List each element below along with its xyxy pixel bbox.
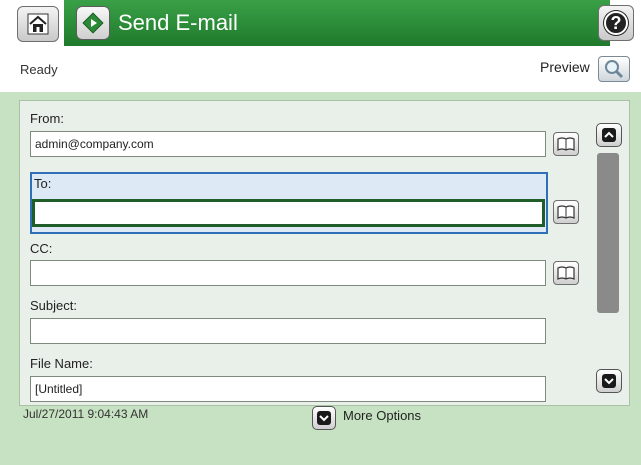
cc-field[interactable] [30,260,546,286]
scroll-down-button[interactable] [596,369,622,393]
address-book-icon [557,205,575,219]
help-icon: ? [604,11,628,35]
page-title: Send E-mail [118,10,238,35]
chevron-down-icon [317,411,331,425]
status-text: Ready [20,62,58,77]
from-label: From: [30,111,64,126]
scrollbar-thumb[interactable] [597,153,619,313]
address-book-icon [557,266,575,280]
scroll-up-button[interactable] [596,123,622,147]
chevron-down-icon [602,374,616,388]
subject-field[interactable] [30,318,546,344]
help-button[interactable]: ? [598,5,634,41]
magnifier-icon [605,60,624,79]
home-icon [27,13,49,35]
email-form: From: admin@company.com To: CC: Subject:… [19,100,630,406]
to-address-book-button[interactable] [553,200,579,224]
main-panel: From: admin@company.com To: CC: Subject:… [0,92,641,465]
date-time: Jul/27/2011 9:04:43 AM [23,407,149,421]
preview-label[interactable]: Preview [540,59,590,75]
cc-label: CC: [30,241,53,256]
file-name-field[interactable]: [Untitled] [30,376,546,402]
chevron-up-icon [602,128,616,142]
more-options-button[interactable] [312,406,336,430]
file-name-label: File Name: [30,356,93,371]
from-address-book-button[interactable] [553,132,579,156]
to-label: To: [34,176,52,191]
from-field[interactable]: admin@company.com [30,131,546,157]
more-options-label[interactable]: More Options [343,408,421,423]
cc-address-book-button[interactable] [553,261,579,285]
send-diamond-icon [76,6,110,40]
home-button[interactable] [17,6,59,42]
subject-label: Subject: [30,298,77,313]
address-book-icon [557,137,575,151]
status-bar: Ready Preview [0,46,641,92]
to-field[interactable] [32,199,545,227]
top-bar: Send E-mail ? [0,0,641,46]
preview-button[interactable] [598,56,630,82]
